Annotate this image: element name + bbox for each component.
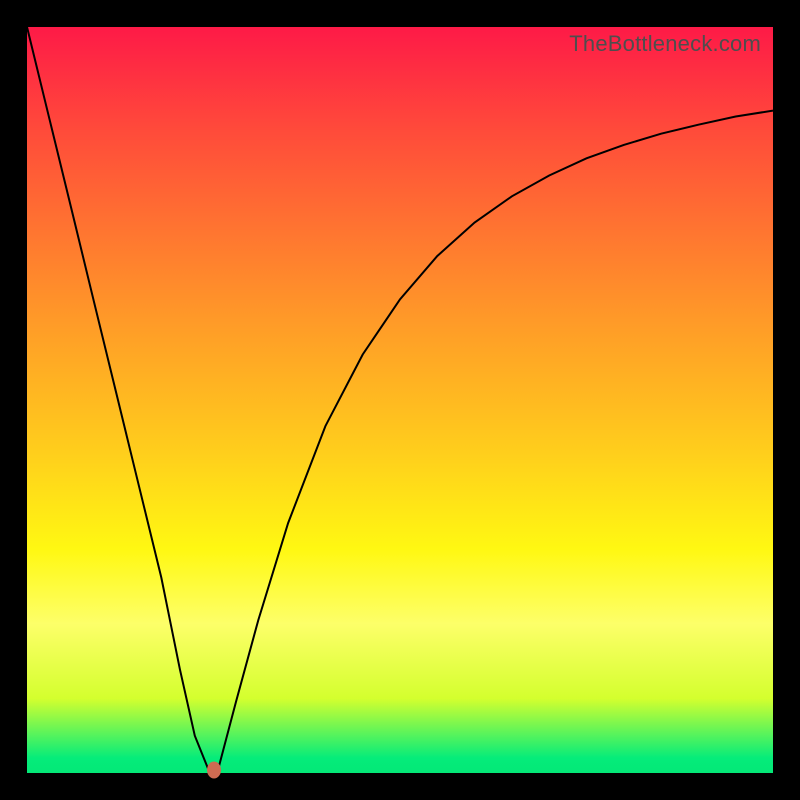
bottleneck-curve bbox=[27, 27, 773, 773]
minimum-marker bbox=[207, 762, 221, 779]
plot-area: TheBottleneck.com bbox=[27, 27, 773, 773]
chart-frame: TheBottleneck.com bbox=[0, 0, 800, 800]
curve-path bbox=[27, 27, 773, 773]
